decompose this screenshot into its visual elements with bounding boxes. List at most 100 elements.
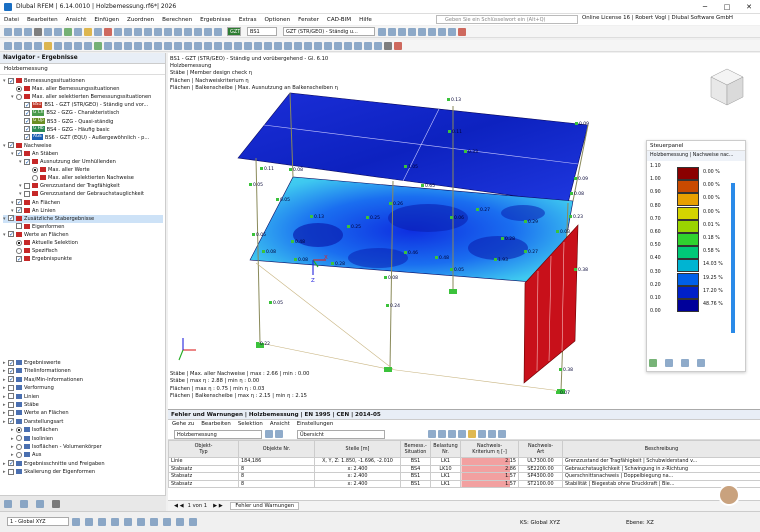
object-snap-icon[interactable] xyxy=(314,41,322,50)
results-icon[interactable] xyxy=(74,27,82,36)
nav-tab-display-icon[interactable] xyxy=(20,499,28,508)
tree-radio[interactable] xyxy=(32,174,38,181)
line-icon[interactable] xyxy=(64,41,72,50)
tree-item[interactable]: ▸ Stäbe xyxy=(3,401,39,409)
nav-cube[interactable] xyxy=(703,63,751,111)
move-icon[interactable] xyxy=(14,41,22,50)
tree-item[interactable]: ▾Nachweise xyxy=(3,142,51,150)
column-header[interactable]: Objekte Nr. xyxy=(238,440,315,458)
rotate-icon[interactable] xyxy=(24,41,32,50)
tree-item[interactable]: Max. aller Bemessungssituationen xyxy=(11,85,119,93)
column-header[interactable]: Beschreibung xyxy=(562,440,760,458)
bs-combo[interactable]: BS1 xyxy=(247,27,277,36)
filter-icon[interactable] xyxy=(144,27,152,36)
tree-item[interactable]: BS1BS1 - GZT (STR/GEO) - Ständig und vor… xyxy=(19,101,148,109)
table-row[interactable]: Stabsatz 8 x: 2.400 BS4 LK10 2.86 SE2200.00 Geb… xyxy=(168,464,760,473)
tree-item[interactable]: Max. aller selektierten Nachweise xyxy=(27,174,134,182)
close-view-icon[interactable] xyxy=(394,41,402,50)
tree-checkbox[interactable] xyxy=(24,126,30,133)
tree-item[interactable]: ▾Bemessungssituationen xyxy=(3,77,85,85)
menu-item[interactable]: Einfügen xyxy=(90,17,123,23)
menu-item[interactable]: Bearbeiten xyxy=(23,17,62,23)
paste-icon[interactable] xyxy=(114,41,122,50)
menu-item[interactable]: Zuordnen xyxy=(123,17,158,23)
arc-icon[interactable] xyxy=(74,41,82,50)
close-icon[interactable]: ✕ xyxy=(738,0,760,14)
tree-item[interactable]: ▾ Grenzzustand der Gebrauchstauglichkeit xyxy=(19,190,144,198)
node-marker[interactable] xyxy=(569,215,572,218)
tree-checkbox[interactable] xyxy=(8,384,14,391)
clip-icon[interactable] xyxy=(234,41,242,50)
tree-radio[interactable] xyxy=(16,247,22,254)
zoom-icon[interactable] xyxy=(438,430,446,438)
tree-checkbox[interactable] xyxy=(24,109,30,116)
sort-icon[interactable] xyxy=(498,430,506,438)
node-marker[interactable] xyxy=(289,168,292,171)
tree-radio[interactable] xyxy=(16,239,22,246)
tree-checkbox[interactable] xyxy=(8,231,14,238)
overview-combo[interactable]: Übersicht xyxy=(297,429,385,439)
coordinate-icon[interactable] xyxy=(274,41,282,50)
polygon-icon[interactable] xyxy=(84,41,92,50)
snap-grid-icon[interactable] xyxy=(304,41,312,50)
tree-item[interactable]: ▾An Flächen xyxy=(11,199,60,207)
export-icon[interactable] xyxy=(354,41,362,50)
save-icon[interactable] xyxy=(24,27,32,36)
osnap-toggle-icon[interactable] xyxy=(111,518,119,526)
select-icon[interactable] xyxy=(448,430,456,438)
maximize-icon[interactable]: □ xyxy=(716,0,738,14)
tree-checkbox[interactable] xyxy=(8,393,14,400)
dxf-toggle-icon[interactable] xyxy=(137,518,145,526)
tree-radio[interactable] xyxy=(32,166,38,173)
tree-item[interactable]: ▾ Max. aller selektierten Bemessungssitua… xyxy=(11,93,151,101)
table-row[interactable]: Stabsatz 8 x: 2.400 BS1 LK1 1.57 SP4300.00 Quer… xyxy=(168,472,760,481)
module-combo[interactable]: Holzbemessung xyxy=(174,429,262,439)
minimize-icon[interactable]: ─ xyxy=(694,0,716,14)
menu-item[interactable]: CAD-BIM xyxy=(323,17,355,23)
check-icon[interactable] xyxy=(94,41,102,50)
node-marker[interactable] xyxy=(404,251,407,254)
tree-item[interactable]: Eigenformen xyxy=(11,223,64,231)
node-marker[interactable] xyxy=(464,150,467,153)
node-marker[interactable] xyxy=(269,301,272,304)
measure-toggle-icon[interactable] xyxy=(176,518,184,526)
node-marker[interactable] xyxy=(404,165,407,168)
visibility-icon[interactable] xyxy=(134,41,142,50)
front-view-icon[interactable] xyxy=(154,41,162,50)
grid-icon[interactable] xyxy=(124,27,132,36)
columns-icon[interactable] xyxy=(488,430,496,438)
tree-item[interactable]: ▸Ergebniswerte xyxy=(3,359,61,367)
nav-tab-views-icon[interactable] xyxy=(36,499,44,508)
menu-item[interactable]: Ergebnisse xyxy=(196,17,235,23)
settings-icon[interactable] xyxy=(164,27,172,36)
export-icon[interactable] xyxy=(458,430,466,438)
node-marker[interactable] xyxy=(260,167,263,170)
node-marker[interactable] xyxy=(291,240,294,243)
column-header[interactable]: Objekt- Typ xyxy=(168,440,239,458)
tree-item[interactable]: Spezifisch xyxy=(11,247,58,255)
view-combo[interactable]: 1 - Global XYZ xyxy=(7,517,69,526)
tree-checkbox[interactable] xyxy=(8,77,14,84)
panel-menu-item[interactable]: Gehe zu xyxy=(172,420,194,429)
remove-icon[interactable] xyxy=(458,27,466,36)
redo-icon[interactable] xyxy=(54,27,62,36)
tree-item[interactable]: G HbBS4 - GZG - Häufig basic xyxy=(19,126,110,134)
zoom-icon[interactable] xyxy=(154,27,162,36)
tools-icon[interactable] xyxy=(384,41,392,50)
menu-item[interactable]: Fenster xyxy=(294,17,323,23)
node-marker[interactable] xyxy=(331,262,334,265)
node-marker[interactable] xyxy=(276,198,279,201)
delete-icon[interactable] xyxy=(104,27,112,36)
tree-checkbox[interactable] xyxy=(24,101,30,108)
node-marker[interactable] xyxy=(450,268,453,271)
excel-icon[interactable] xyxy=(468,430,476,438)
node-marker[interactable] xyxy=(494,258,497,261)
tree-checkbox[interactable] xyxy=(24,158,30,165)
tree-item[interactable]: G ChBS2 - GZG - Charakteristisch xyxy=(19,109,119,117)
animation-icon[interactable] xyxy=(408,27,416,36)
node-marker[interactable] xyxy=(556,391,559,394)
measure-icon[interactable] xyxy=(44,41,52,50)
tree-item[interactable]: ▸Ergebnisschnitte und Freigaben xyxy=(3,460,105,468)
column-header[interactable]: Stelle [m] xyxy=(314,440,401,458)
mirror-icon[interactable] xyxy=(34,41,42,50)
